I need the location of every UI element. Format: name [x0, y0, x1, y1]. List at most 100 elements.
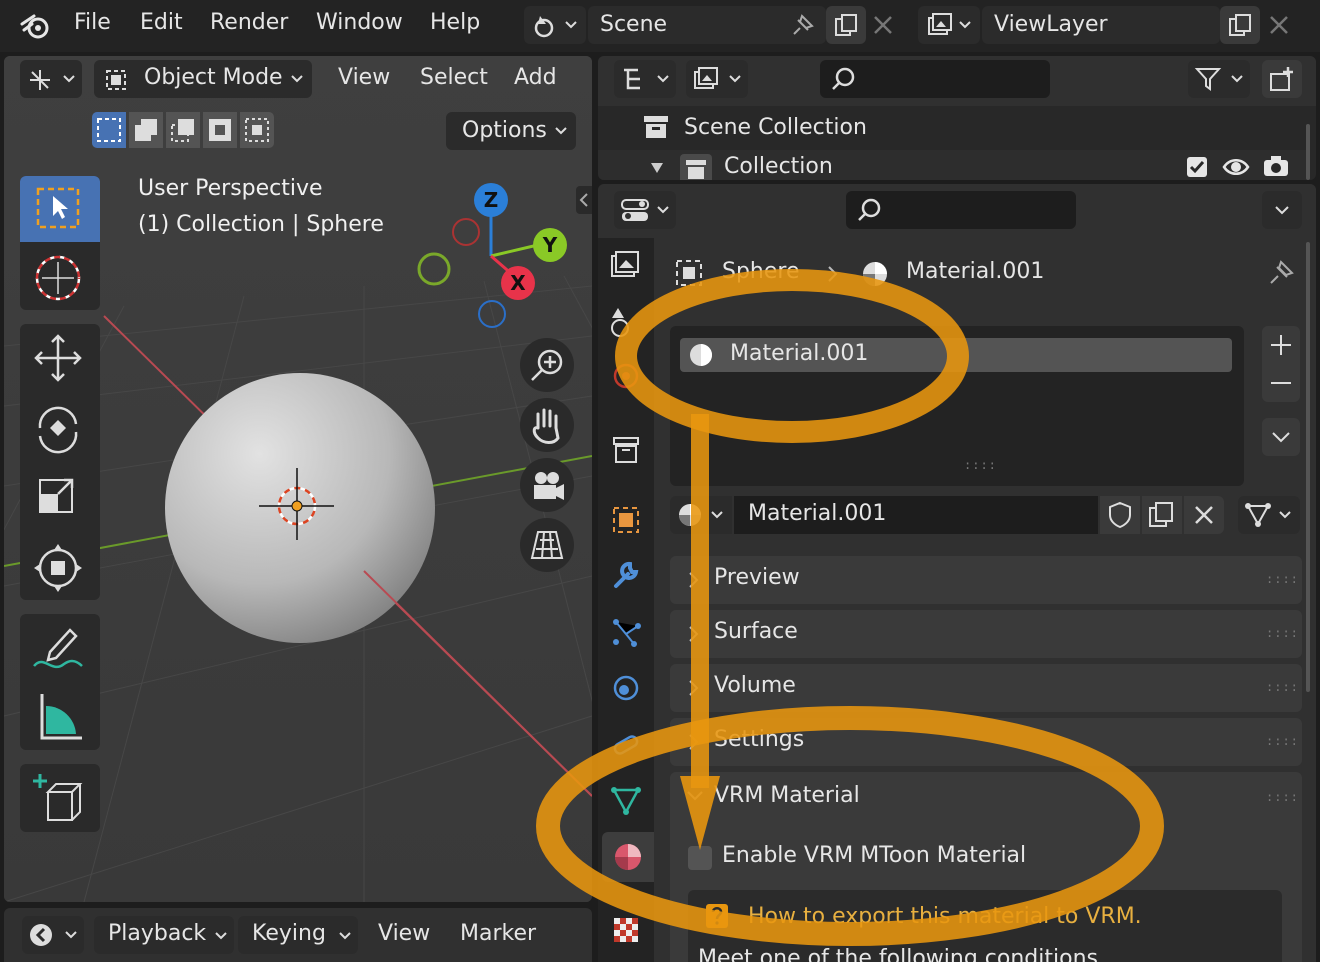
blender-logo-icon[interactable]	[20, 12, 52, 40]
gizmo-z-axis[interactable]: Z	[474, 183, 508, 217]
filter-button[interactable]	[1188, 60, 1250, 98]
remove-slot-icon[interactable]	[1262, 364, 1300, 402]
menu-edit[interactable]: Edit	[140, 10, 183, 35]
collection-row[interactable]: Collection	[598, 150, 1306, 180]
enable-mtoon-label[interactable]: Enable VRM MToon Material	[722, 843, 1026, 868]
zoom-icon[interactable]	[520, 338, 574, 392]
add-cube-tool-icon[interactable]	[20, 764, 100, 832]
tab-texture-icon[interactable]	[608, 914, 644, 950]
gizmo-x-axis[interactable]: X	[501, 266, 535, 300]
timeline-menu-marker[interactable]: Marker	[460, 921, 536, 946]
perspective-toggle-icon[interactable]	[520, 518, 574, 572]
delete-scene-icon[interactable]	[870, 12, 896, 42]
menu-window[interactable]: Window	[316, 10, 403, 35]
select-new-icon[interactable]	[92, 112, 126, 148]
tab-collection-icon[interactable]	[608, 434, 644, 470]
fake-user-shield-icon[interactable]	[1100, 496, 1140, 534]
viewlayer-browse-button[interactable]	[918, 6, 980, 44]
tab-view-layer-icon[interactable]	[608, 306, 644, 342]
outliner-search-input[interactable]	[820, 60, 1050, 98]
new-scene-button[interactable]	[826, 6, 866, 44]
scene-name-field[interactable]: Scene	[588, 6, 826, 44]
properties-options-button[interactable]	[1262, 191, 1302, 229]
slot-specials-icon[interactable]	[1262, 418, 1300, 456]
gizmo-y-axis[interactable]: Y	[533, 228, 567, 262]
properties-editor-type-button[interactable]	[614, 191, 676, 229]
duplicate-material-icon[interactable]	[1142, 496, 1182, 534]
move-tool-icon[interactable]	[20, 324, 100, 390]
tab-scene-icon[interactable]	[608, 360, 644, 396]
rotate-tool-icon[interactable]	[20, 394, 100, 460]
panel-grip[interactable]: ::::	[1266, 680, 1299, 694]
viewport-menu-add[interactable]: Add	[514, 65, 557, 90]
scene-collection-label[interactable]: Scene Collection	[684, 115, 867, 140]
menu-render[interactable]: Render	[210, 10, 288, 35]
list-resize-grip[interactable]: ::::	[964, 458, 997, 472]
select-invert-icon[interactable]	[203, 112, 237, 148]
mode-selector[interactable]: Object Mode	[94, 60, 312, 98]
editor-type-button[interactable]	[20, 60, 82, 98]
render-camera-icon[interactable]	[1262, 154, 1290, 178]
camera-view-icon[interactable]	[520, 458, 574, 512]
sidebar-toggle-icon[interactable]	[576, 186, 592, 214]
select-extend-icon[interactable]	[129, 112, 163, 148]
pan-hand-icon[interactable]	[520, 398, 574, 452]
material-slot-item[interactable]: Material.001	[680, 338, 1232, 372]
cursor-tool-icon[interactable]	[20, 244, 100, 310]
menu-help[interactable]: Help	[430, 10, 480, 35]
panel-grip[interactable]: ::::	[1266, 626, 1299, 640]
add-slot-icon[interactable]	[1262, 326, 1300, 364]
select-box-tool-icon[interactable]	[20, 176, 100, 242]
panel-grip[interactable]: ::::	[1266, 572, 1299, 586]
tab-particles-icon[interactable]	[608, 616, 644, 652]
checkbox-icon[interactable]	[1186, 156, 1208, 178]
outliner-editor-type-button[interactable]	[614, 60, 676, 98]
panel-collapse-icon[interactable]	[686, 790, 704, 802]
scene-browse-button[interactable]	[524, 6, 586, 44]
new-viewlayer-button[interactable]	[1220, 6, 1260, 44]
material-browse-button[interactable]	[670, 496, 732, 534]
properties-search-input[interactable]	[846, 191, 1076, 229]
panel-vrm-label[interactable]: VRM Material	[714, 783, 860, 808]
link-data-button[interactable]	[1238, 496, 1300, 534]
tab-constraints-icon[interactable]	[608, 728, 644, 764]
tab-material-icon[interactable]	[602, 832, 654, 882]
tab-object-icon[interactable]	[608, 504, 644, 540]
transform-tool-icon[interactable]	[20, 534, 100, 600]
viewport-menu-view[interactable]: View	[338, 65, 390, 90]
outliner-scrollbar[interactable]	[1306, 124, 1310, 180]
options-dropdown[interactable]: Options	[446, 112, 576, 150]
select-subtract-icon[interactable]	[166, 112, 200, 148]
eye-icon[interactable]	[1222, 156, 1250, 178]
menu-file[interactable]: File	[74, 10, 111, 35]
tab-modifiers-wrench-icon[interactable]	[608, 560, 644, 596]
material-name-field[interactable]: Material.001	[734, 496, 1098, 534]
display-mode-button[interactable]	[686, 60, 748, 98]
panel-volume[interactable]: Volume ::::	[670, 664, 1302, 712]
unlink-material-icon[interactable]	[1184, 496, 1224, 534]
material-slot-list[interactable]: Material.001 ::::	[670, 326, 1244, 486]
timeline-editor-type-button[interactable]	[22, 916, 84, 954]
tab-render-output-icon[interactable]	[608, 250, 644, 286]
tab-physics-icon[interactable]	[608, 672, 644, 708]
viewlayer-name-field[interactable]: ViewLayer	[982, 6, 1220, 44]
annotate-tool-icon[interactable]	[20, 614, 100, 680]
timeline-menu-view[interactable]: View	[378, 921, 430, 946]
tab-object-data-icon[interactable]	[608, 784, 644, 820]
pin-icon[interactable]	[1266, 258, 1296, 288]
panel-settings[interactable]: Settings ::::	[670, 718, 1302, 766]
pin-icon[interactable]	[788, 12, 816, 44]
measure-tool-icon[interactable]	[20, 684, 100, 750]
panel-grip[interactable]: ::::	[1266, 734, 1299, 748]
new-collection-button[interactable]	[1262, 60, 1302, 98]
viewport-menu-select[interactable]: Select	[420, 65, 488, 90]
panel-grip[interactable]: ::::	[1266, 790, 1299, 804]
delete-viewlayer-icon[interactable]	[1266, 12, 1292, 42]
properties-scrollbar[interactable]	[1306, 242, 1310, 692]
viewport-3d[interactable]: Object Mode View Select Add Options User…	[4, 56, 592, 902]
select-intersect-icon[interactable]	[240, 112, 274, 148]
enable-mtoon-checkbox[interactable]	[688, 846, 712, 870]
playback-dropdown[interactable]: Playback	[94, 916, 234, 954]
scale-tool-icon[interactable]	[20, 464, 100, 530]
panel-surface[interactable]: Surface ::::	[670, 610, 1302, 658]
